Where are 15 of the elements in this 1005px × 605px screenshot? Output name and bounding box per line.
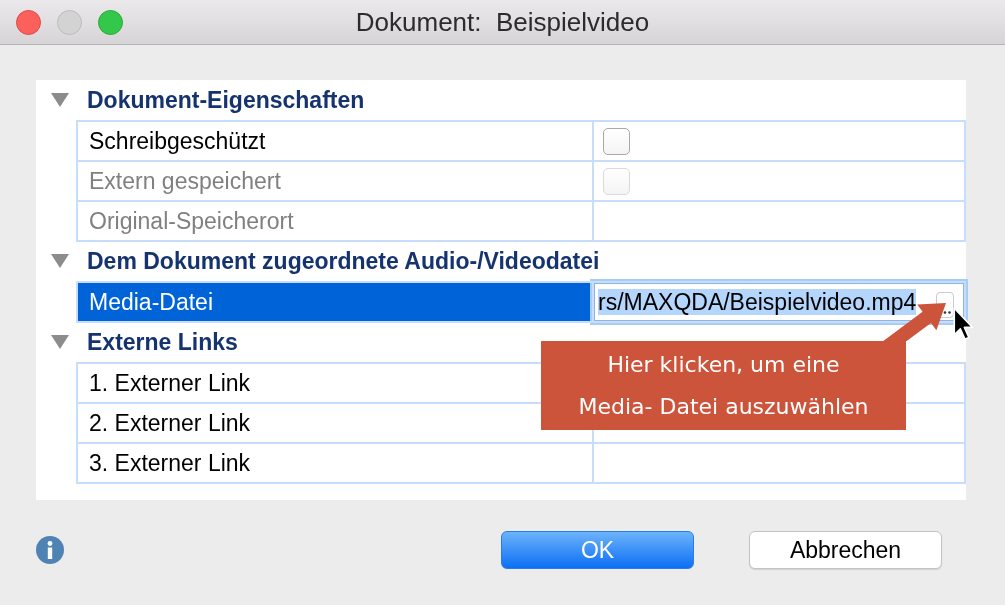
checkbox[interactable] [603,127,630,155]
info-icon[interactable] [36,536,64,564]
window-zoom-icon[interactable] [98,9,123,35]
callout-text: Hier klicken, um eine Media- Datei auszuwählen [578,350,869,421]
section-title: Externe Links [87,328,238,356]
disclosure-triangle-icon[interactable] [51,93,69,107]
property-name[interactable]: Media-Datei [89,288,213,315]
disclosure-triangle-icon[interactable] [51,254,69,268]
file-path-value: rs/MAXQDA/Beispielvideo.mp4 [598,288,917,315]
section-title: Dokument-Eigenschaften [87,86,365,114]
window-title: Dokument: Beispielvideo [355,6,650,38]
disclosure-triangle-icon[interactable] [51,335,69,349]
window-close-icon[interactable] [16,9,41,35]
section-title: Dem Dokument zugeordnete Audio-/Videodatei [87,247,600,275]
cancel-button[interactable]: Abbrechen [749,531,942,569]
